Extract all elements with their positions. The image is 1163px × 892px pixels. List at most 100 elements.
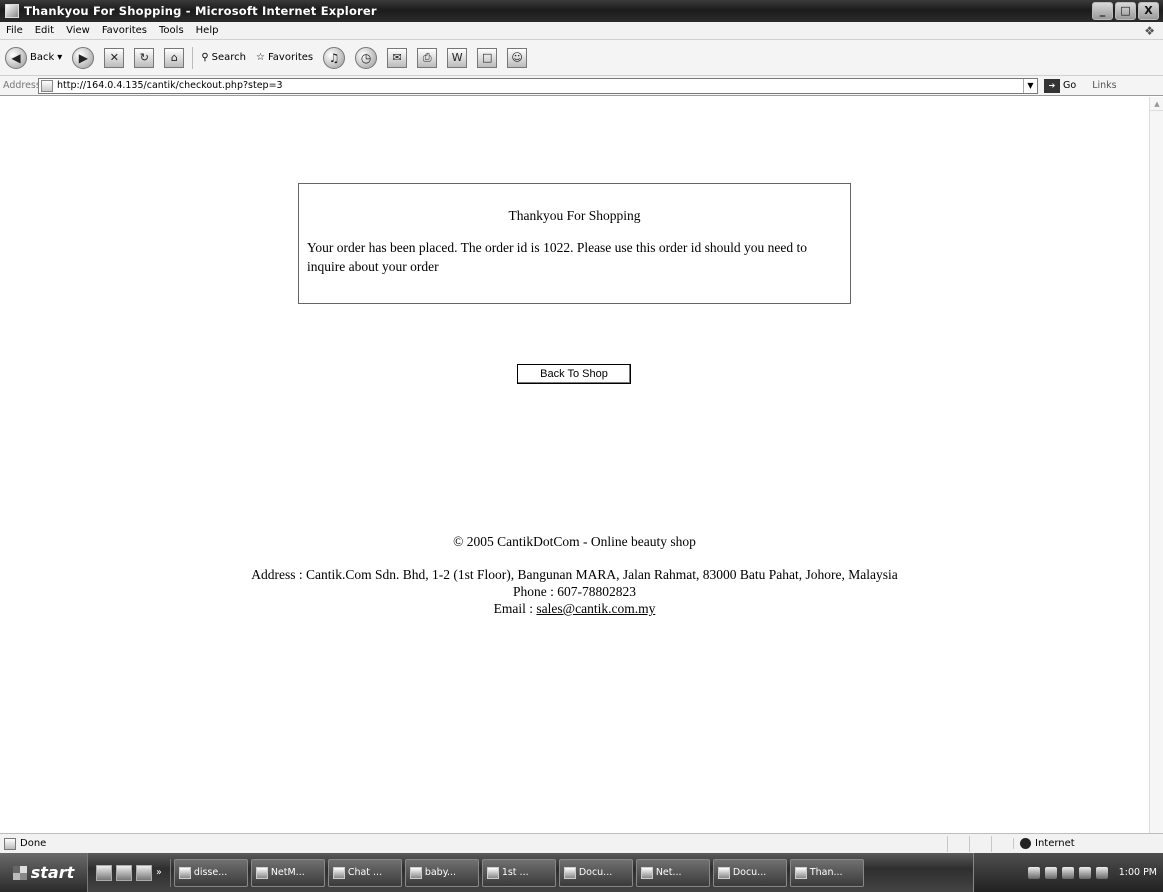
edit-button[interactable]: W	[442, 44, 472, 72]
links-button[interactable]: Links	[1092, 80, 1116, 91]
taskbar-item[interactable]: NetM...	[250, 858, 325, 887]
menu-help[interactable]: Help	[190, 25, 225, 36]
menu-favorites[interactable]: Favorites	[96, 25, 153, 36]
chat-icon	[332, 866, 345, 879]
taskbar-item[interactable]: Docu...	[558, 858, 633, 887]
security-tray-icon[interactable]	[1095, 866, 1108, 879]
window-title-bar: Thankyou For Shopping - Microsoft Intern…	[0, 0, 1163, 22]
minimize-button[interactable]: _	[1092, 2, 1113, 20]
address-url[interactable]: http://164.0.4.135/cantik/checkout.php?s…	[57, 80, 1023, 91]
taskbar-item-label: Than...	[809, 867, 843, 878]
confirmation-message: Your order has been placed. The order id…	[307, 240, 808, 274]
network-icon	[640, 866, 653, 879]
image-icon	[409, 866, 422, 879]
system-tray: 1:00 PM	[973, 853, 1163, 892]
taskbar-item[interactable]: 1st ...	[481, 858, 556, 887]
history-button[interactable]: ◷	[350, 44, 382, 72]
back-button[interactable]: ◀ Back ▾	[0, 44, 67, 72]
security-zone: Internet	[1013, 838, 1163, 849]
messenger-icon: ☺	[507, 47, 528, 68]
clock[interactable]: 1:00 PM	[1119, 867, 1157, 878]
address-dropdown-icon[interactable]: ▼	[1023, 78, 1037, 93]
word-doc-icon	[717, 866, 730, 879]
windows-logo-icon: ❖	[1144, 23, 1155, 38]
status-panel	[969, 835, 991, 852]
home-button[interactable]: ⌂	[159, 44, 189, 72]
desktop-launch-icon[interactable]	[116, 864, 132, 881]
page-content: Thankyou For Shopping Your order has bee…	[0, 97, 1149, 833]
print-button[interactable]: ⎙	[412, 44, 442, 72]
windows-taskbar: start » disse... NetM... Chat ... baby..…	[0, 853, 1163, 892]
forward-button[interactable]: ▶	[67, 44, 99, 72]
volume-icon[interactable]	[1027, 866, 1040, 879]
menu-edit[interactable]: Edit	[29, 25, 60, 36]
ie-launch-icon[interactable]	[96, 864, 112, 881]
go-label: Go	[1063, 80, 1077, 91]
globe-icon	[1020, 838, 1031, 849]
messenger-button[interactable]: ☺	[502, 44, 532, 72]
back-arrow-icon: ◀	[5, 46, 27, 69]
taskbar-item[interactable]: Net...	[635, 858, 710, 887]
toolbar-separator	[192, 46, 194, 69]
email-label: Email :	[493, 601, 537, 616]
ie-icon	[5, 4, 19, 18]
word-doc-icon	[486, 866, 499, 879]
print-icon: ⎙	[417, 47, 438, 68]
back-to-shop-button[interactable]: Back To Shop	[517, 364, 631, 384]
taskbar-item-label: Chat ...	[347, 867, 383, 878]
taskbar-item-label: Docu...	[578, 867, 613, 878]
vertical-scrollbar[interactable]: ▲	[1149, 97, 1163, 833]
discuss-button[interactable]: □	[472, 44, 502, 72]
window-title: Thankyou For Shopping - Microsoft Intern…	[24, 4, 377, 18]
menu-file[interactable]: File	[0, 25, 29, 36]
confirmation-title: Thankyou For Shopping	[508, 208, 641, 223]
email-link[interactable]: sales@cantik.com.my	[536, 601, 655, 616]
media-button[interactable]: ♫	[318, 44, 350, 72]
company-address: Address : Cantik.Com Sdn. Bhd, 1-2 (1st …	[251, 567, 898, 582]
taskbar-item[interactable]: Than...	[789, 858, 864, 887]
refresh-icon: ↻	[134, 47, 155, 68]
netmeeting-icon	[255, 866, 268, 879]
menu-view[interactable]: View	[60, 25, 96, 36]
refresh-button[interactable]: ↻	[129, 44, 159, 72]
taskbar-item[interactable]: Docu...	[712, 858, 787, 887]
go-button[interactable]: ➔ Go	[1044, 78, 1077, 93]
go-arrow-icon: ➔	[1044, 78, 1060, 93]
edit-icon: W	[447, 47, 468, 68]
taskbar-item[interactable]: Chat ...	[327, 858, 402, 887]
status-panel	[947, 835, 969, 852]
company-email: Email : sales@cantik.com.my	[0, 600, 1149, 617]
company-phone: Phone : 607-78802823	[513, 584, 636, 599]
start-button[interactable]: start	[0, 853, 88, 892]
taskbar-item-label: NetM...	[270, 867, 305, 878]
address-input[interactable]: http://164.0.4.135/cantik/checkout.php?s…	[38, 77, 1038, 94]
close-button[interactable]: X	[1138, 2, 1159, 20]
back-dropdown-icon[interactable]: ▾	[57, 52, 62, 63]
scroll-up-icon[interactable]: ▲	[1150, 97, 1163, 111]
maximize-button[interactable]: □	[1115, 2, 1136, 20]
stop-button[interactable]: ✕	[99, 44, 129, 72]
menu-tools[interactable]: Tools	[153, 25, 190, 36]
star-icon: ☆	[256, 52, 265, 63]
page-done-icon	[4, 837, 16, 850]
network-tray-icon[interactable]	[1044, 866, 1057, 879]
folder-icon	[178, 866, 191, 879]
address-label: Address	[3, 80, 41, 91]
mail-button[interactable]: ✉	[382, 44, 412, 72]
windows-flag-icon	[12, 865, 27, 880]
page-footer: © 2005 CantikDotCom - Online beauty shop…	[0, 533, 1149, 617]
media-launch-icon[interactable]	[136, 864, 152, 881]
taskbar-item[interactable]: disse...	[173, 858, 248, 887]
messenger-tray-icon[interactable]	[1061, 866, 1074, 879]
home-icon: ⌂	[164, 47, 185, 68]
favorites-label: Favorites	[267, 52, 314, 63]
search-button[interactable]: ⚲ Search	[196, 44, 251, 72]
antivirus-tray-icon[interactable]	[1078, 866, 1091, 879]
quick-launch: »	[88, 858, 171, 887]
status-bar: Done Internet	[0, 833, 1163, 853]
taskbar-item[interactable]: baby...	[404, 858, 479, 887]
quick-launch-chevron-icon[interactable]: »	[156, 867, 162, 878]
forward-arrow-icon: ▶	[72, 46, 95, 69]
start-label: start	[30, 863, 75, 882]
favorites-button[interactable]: ☆ Favorites	[251, 44, 318, 72]
